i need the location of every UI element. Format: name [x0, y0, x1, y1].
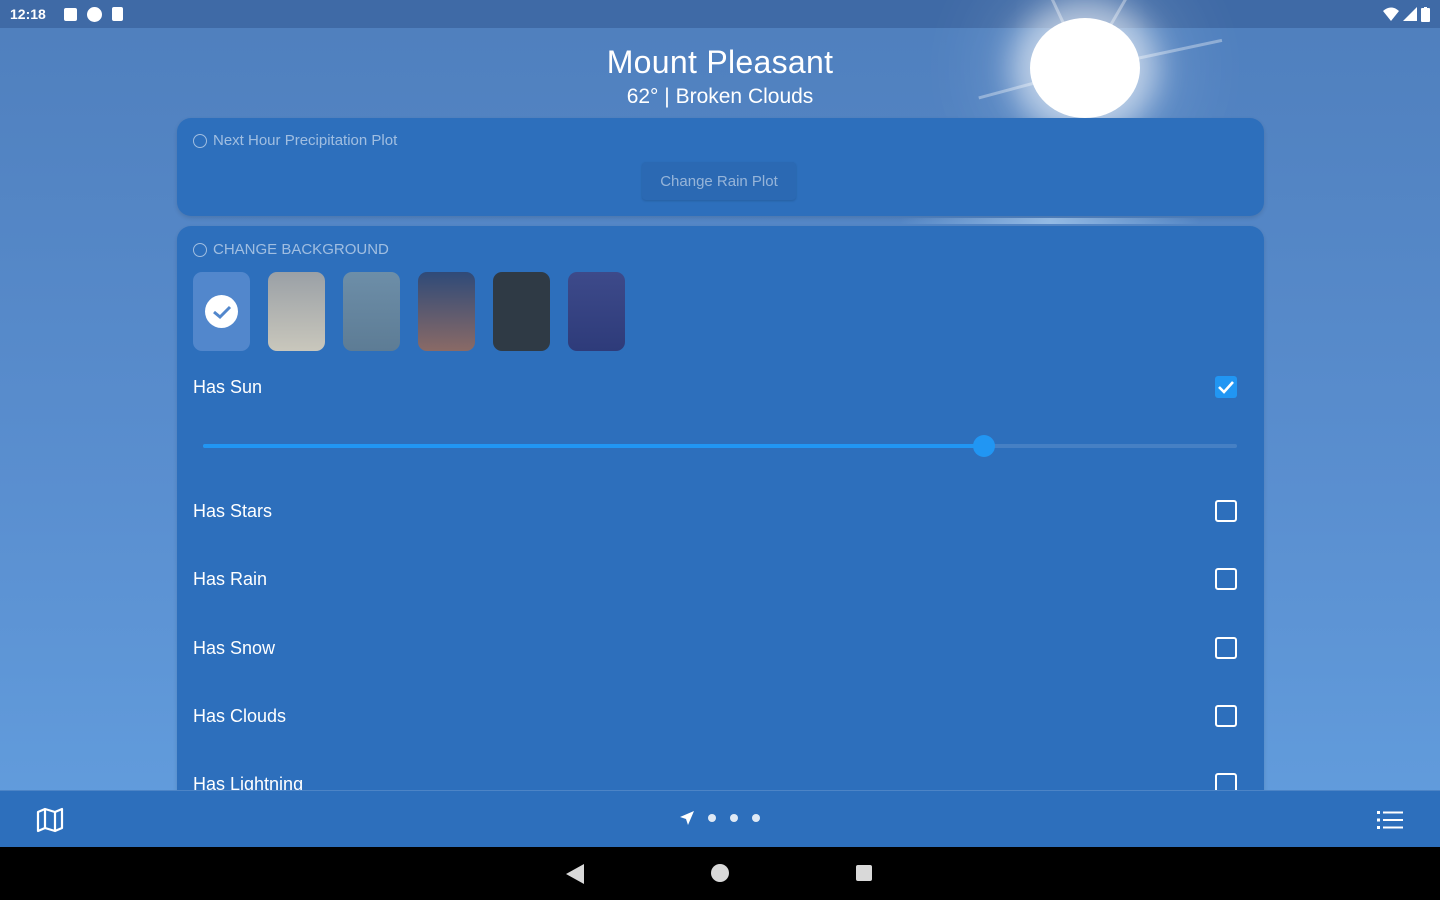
list-icon[interactable] [1377, 809, 1403, 831]
has-snow-label: Has Snow [193, 637, 276, 658]
change-background-title-text: CHANGE BACKGROUND [213, 241, 389, 258]
has-stars-checkbox[interactable] [1215, 500, 1237, 522]
palette-icon [193, 242, 207, 257]
slider-thumb[interactable] [972, 435, 995, 457]
page-dot[interactable] [708, 814, 716, 822]
background-swatches [193, 272, 625, 351]
app-notification-icon [86, 6, 102, 22]
slider-fill [203, 444, 984, 448]
city-name: Mount Pleasant [606, 44, 834, 80]
info-icon [193, 133, 207, 148]
option-has-snow[interactable]: Has Snow [193, 633, 1237, 663]
change-background-card: CHANGE BACKGROUND Has Sun Has Stars Has … [177, 226, 1264, 826]
option-has-sun[interactable]: Has Sun [193, 372, 1237, 402]
home-icon[interactable] [711, 864, 729, 882]
has-sun-label: Has Sun [193, 376, 263, 397]
swatch-indigo[interactable] [568, 272, 625, 351]
swatch-gray[interactable] [268, 272, 325, 351]
has-sun-checkbox[interactable] [1215, 376, 1237, 398]
signal-icon [1403, 7, 1417, 21]
current-conditions: 62° | Broken Clouds [626, 85, 814, 108]
page-dot[interactable] [730, 814, 738, 822]
location-header: Mount Pleasant 62° | Broken Clouds [0, 44, 1440, 109]
precipitation-title-text: Next Hour Precipitation Plot [213, 132, 398, 149]
status-time: 12:18 [10, 6, 46, 22]
recent-apps-icon[interactable] [856, 865, 872, 881]
option-has-clouds[interactable]: Has Clouds [193, 701, 1237, 731]
bottom-app-bar [0, 790, 1440, 847]
precipitation-card-title: Next Hour Precipitation Plot [193, 132, 397, 149]
system-navigation-bar [0, 847, 1440, 900]
precipitation-card: Next Hour Precipitation Plot Change Rain… [177, 118, 1264, 216]
page-indicator [680, 811, 760, 825]
status-bar: 12:18 [0, 0, 1440, 28]
selected-check-icon [205, 295, 238, 328]
notification-icon [63, 7, 77, 21]
swatch-slate[interactable] [343, 272, 400, 351]
sun-intensity-slider[interactable] [203, 434, 1237, 458]
has-rain-label: Has Rain [193, 568, 268, 589]
option-has-stars[interactable]: Has Stars [193, 496, 1237, 526]
swatch-blue[interactable] [193, 272, 250, 351]
has-snow-checkbox[interactable] [1215, 637, 1237, 659]
map-icon[interactable] [36, 807, 64, 833]
swatch-dusk[interactable] [418, 272, 475, 351]
current-location-icon[interactable] [680, 811, 694, 825]
decorative-glow [900, 218, 1200, 224]
battery-icon [1421, 6, 1430, 22]
back-icon[interactable] [566, 864, 584, 884]
sd-card-icon [111, 7, 123, 21]
change-rain-plot-button[interactable]: Change Rain Plot [642, 162, 796, 200]
page-dot[interactable] [752, 814, 760, 822]
has-clouds-label: Has Clouds [193, 705, 287, 726]
wifi-icon [1383, 7, 1399, 21]
change-background-title: CHANGE BACKGROUND [193, 241, 389, 258]
has-rain-checkbox[interactable] [1215, 568, 1237, 590]
has-stars-label: Has Stars [193, 500, 273, 521]
swatch-dark[interactable] [493, 272, 550, 351]
option-has-rain[interactable]: Has Rain [193, 564, 1237, 594]
has-clouds-checkbox[interactable] [1215, 705, 1237, 727]
